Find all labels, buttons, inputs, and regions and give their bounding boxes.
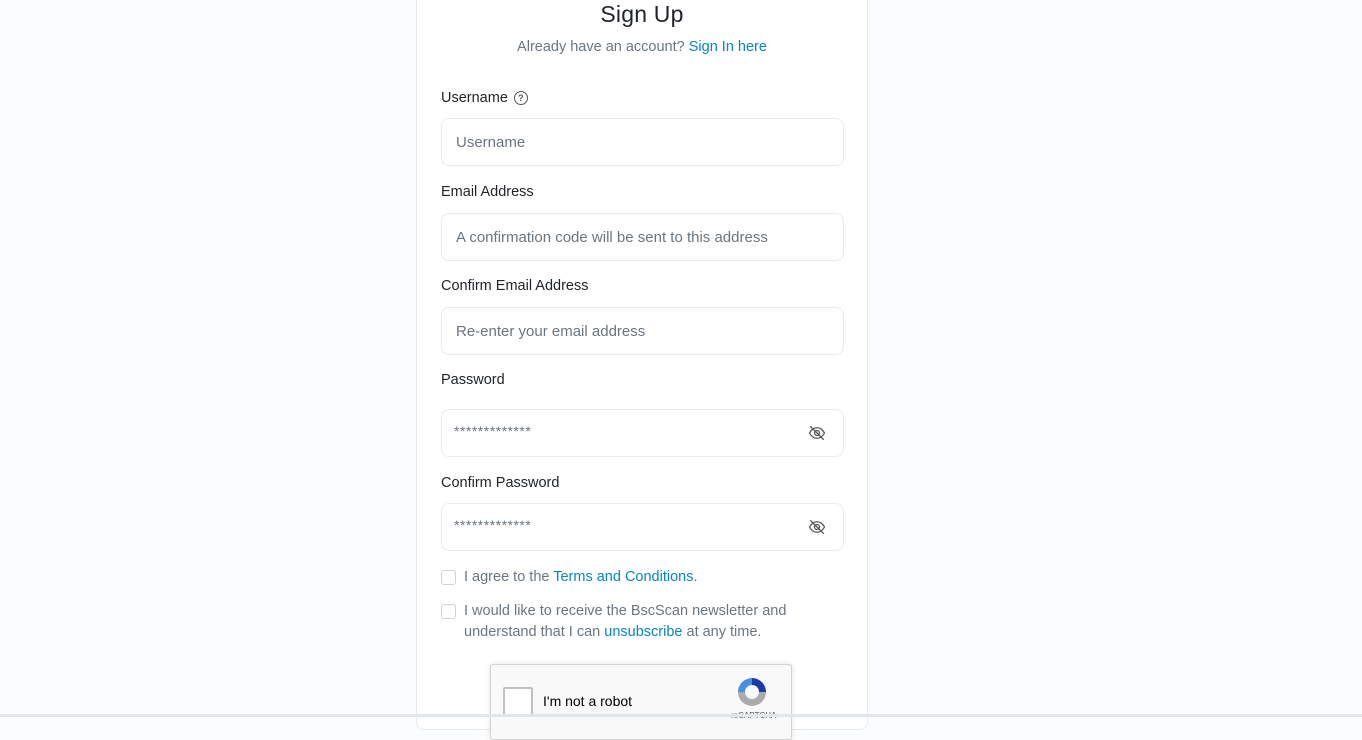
email-label: Email Address (441, 184, 534, 200)
terms-prefix: I agree to the (464, 569, 550, 585)
eye-slash-icon[interactable] (808, 424, 826, 442)
confirm-password-placeholder: ************* (454, 517, 532, 533)
signin-prompt-text: Already have an account? (517, 39, 685, 55)
terms-suffix: . (693, 569, 698, 585)
confirm-password-field[interactable]: ************* (441, 503, 844, 551)
recaptcha-label: I'm not a robot (543, 693, 633, 709)
signup-card: Sign Up Already have an account? Sign In… (416, 0, 868, 740)
email-field-wrapper (441, 213, 844, 261)
newsletter-line2-suffix: at any time. (686, 624, 762, 640)
username-field-wrapper (441, 118, 844, 166)
terms-text: I agree to the Terms and Conditions. (464, 567, 698, 588)
newsletter-text: I would like to receive the BscScan news… (464, 601, 786, 643)
newsletter-line2-prefix: understand that I can (464, 624, 601, 640)
recaptcha-widget: I'm not a robot reCAPTCHA (490, 664, 792, 740)
terms-checkbox[interactable] (441, 570, 456, 585)
question-circle-icon[interactable]: ? (513, 91, 528, 105)
recaptcha-logo-icon (738, 678, 766, 706)
confirm-email-label: Confirm Email Address (441, 278, 589, 294)
eye-slash-icon[interactable] (808, 518, 826, 536)
confirm-password-label: Confirm Password (441, 475, 560, 491)
password-placeholder: ************* (454, 423, 532, 439)
signin-prompt: Already have an account? Sign In here (417, 39, 867, 55)
password-label: Password (441, 372, 505, 388)
newsletter-line1: I would like to receive the BscScan news… (464, 603, 787, 619)
recaptcha-checkbox[interactable] (503, 687, 533, 717)
password-field[interactable]: ************* (441, 409, 844, 457)
terms-link[interactable]: Terms and Conditions (553, 569, 693, 585)
email-input[interactable] (454, 227, 831, 247)
signin-link[interactable]: Sign In here (689, 39, 767, 55)
page-title: Sign Up (600, 1, 684, 27)
unsubscribe-link[interactable]: unsubscribe (604, 624, 682, 640)
newsletter-checkbox[interactable] (441, 604, 456, 619)
username-input[interactable] (454, 132, 831, 152)
confirm-email-field-wrapper (441, 307, 844, 355)
terms-row: I agree to the Terms and Conditions. (441, 567, 698, 588)
username-label-text: Username (441, 90, 508, 106)
username-label: Username ? (441, 90, 528, 106)
confirm-email-input[interactable] (454, 321, 831, 341)
newsletter-row: I would like to receive the BscScan news… (441, 601, 786, 643)
